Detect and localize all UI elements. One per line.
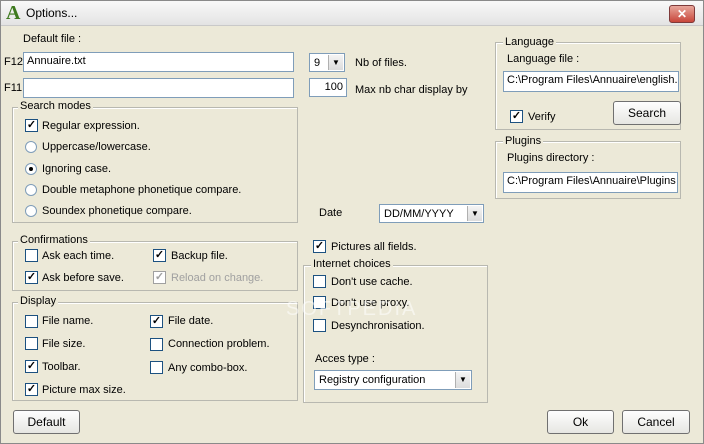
acces-type-combo[interactable]: Registry configuration ▼	[314, 370, 472, 390]
regular-expression-label: Regular expression.	[42, 120, 140, 132]
language-search-button[interactable]: Search	[613, 101, 681, 125]
nb-files-label: Nb of files.	[355, 57, 407, 69]
date-label: Date	[319, 207, 343, 219]
chevron-down-icon[interactable]: ▼	[467, 206, 482, 221]
search-mode-label-3: Soundex phonetique compare.	[42, 205, 192, 217]
acces-type-value: Registry configuration	[319, 374, 426, 386]
file-date-checkbox[interactable]: ✓	[150, 315, 163, 328]
watermark: SOFTPEDIA	[286, 298, 418, 320]
backup-file-checkbox[interactable]: ✓	[153, 249, 166, 262]
picture-max-size-checkbox[interactable]: ✓	[25, 383, 38, 396]
dont-use-cache-label: Don't use cache.	[331, 276, 413, 288]
pictures-all-fields-label: Pictures all fields.	[331, 241, 417, 253]
any-combo-box-checkbox[interactable]	[150, 361, 163, 374]
default-button[interactable]: Default	[13, 410, 80, 434]
language-file-input[interactable]: C:\Program Files\Annuaire\english.lr	[503, 71, 679, 92]
search-mode-radio-0[interactable]	[25, 141, 37, 153]
max-char-input[interactable]: 100	[309, 78, 347, 97]
nb-files-combo[interactable]: 9 ▼	[309, 53, 345, 72]
title-bar[interactable]: A Options... ✕	[1, 1, 703, 26]
file-size-checkbox[interactable]	[25, 337, 38, 350]
search-mode-label-2: Double metaphone phonetique compare.	[42, 184, 242, 196]
ask-before-save-checkbox[interactable]: ✓	[25, 271, 38, 284]
verify-label: Verify	[528, 111, 556, 123]
default-file-label: Default file :	[23, 33, 82, 45]
cancel-button[interactable]: Cancel	[622, 410, 690, 434]
verify-checkbox[interactable]: ✓	[510, 110, 523, 123]
search-mode-radio-2[interactable]	[25, 184, 37, 196]
plugins-directory-input[interactable]: C:\Program Files\Annuaire\Plugins	[503, 172, 678, 193]
plugins-directory-label: Plugins directory :	[507, 152, 595, 164]
search-mode-radio-3[interactable]	[25, 205, 37, 217]
file-date-label: File date.	[168, 315, 214, 327]
reload-on-change-checkbox: ✓	[153, 271, 166, 284]
any-combo-box-label: Any combo-box.	[168, 362, 248, 374]
confirmations-title: Confirmations	[18, 234, 90, 246]
ask-each-time-checkbox[interactable]	[25, 249, 38, 262]
search-mode-label-1: Ignoring case.	[42, 163, 112, 175]
plugins-title: Plugins	[503, 135, 544, 147]
toolbar-checkbox[interactable]: ✓	[25, 360, 38, 373]
backup-file-label: Backup file.	[171, 250, 228, 262]
connection-problem-label: Connection problem.	[168, 338, 270, 350]
app-icon: A	[6, 2, 21, 24]
date-format-combo[interactable]: DD/MM/YYYY ▼	[379, 204, 484, 223]
chevron-down-icon[interactable]: ▼	[455, 372, 470, 388]
f12-label: F12	[4, 56, 23, 68]
language-file-label: Language file :	[507, 53, 580, 65]
search-mode-label-0: Uppercase/lowercase.	[42, 141, 151, 153]
f11-label: F11	[4, 82, 23, 94]
toolbar-label: Toolbar.	[42, 361, 81, 373]
search-modes-title: Search modes	[18, 100, 93, 112]
f12-file-input[interactable]: Annuaire.txt	[23, 52, 294, 72]
file-name-checkbox[interactable]	[25, 315, 38, 328]
radio-selected-dot	[29, 167, 33, 171]
ask-each-time-label: Ask each time.	[42, 250, 115, 262]
desynchronisation-label: Desynchronisation.	[331, 320, 425, 332]
ask-before-save-label: Ask before save.	[42, 272, 124, 284]
file-size-label: File size.	[42, 338, 86, 350]
acces-type-label: Acces type :	[315, 353, 375, 365]
close-button[interactable]: ✕	[669, 5, 695, 23]
window-title: Options...	[26, 6, 78, 20]
language-title: Language	[503, 36, 556, 48]
connection-problem-checkbox[interactable]	[150, 338, 163, 351]
f11-file-input[interactable]	[23, 78, 294, 98]
pictures-all-fields-checkbox[interactable]: ✓	[313, 240, 326, 253]
search-mode-radio-1[interactable]	[25, 163, 37, 175]
max-char-label: Max nb char display by	[355, 84, 468, 96]
picture-max-size-label: Picture max size.	[42, 384, 126, 396]
file-name-label: File name.	[42, 315, 94, 327]
chevron-down-icon[interactable]: ▼	[328, 55, 343, 70]
nb-files-value: 9	[314, 57, 321, 69]
dont-use-cache-checkbox[interactable]	[313, 275, 326, 288]
date-format-value: DD/MM/YYYY	[384, 208, 454, 220]
reload-on-change-label: Reload on change.	[171, 272, 264, 284]
regular-expression-checkbox[interactable]: ✓	[25, 119, 38, 132]
internet-choices-title: Internet choices	[311, 258, 393, 270]
display-title: Display	[18, 295, 59, 307]
ok-button[interactable]: Ok	[547, 410, 614, 434]
options-window: A Options... ✕ Default file : F12 Annuai…	[0, 0, 704, 444]
